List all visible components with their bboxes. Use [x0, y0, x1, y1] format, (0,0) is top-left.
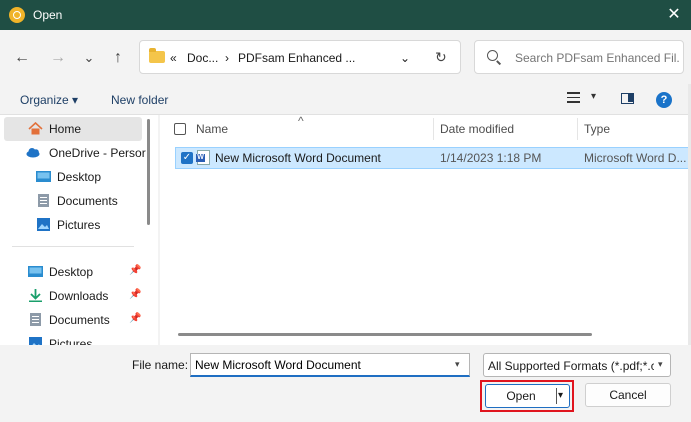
sidebar-item-quick-pictures[interactable]: Pictures: [4, 332, 142, 345]
search-icon: [487, 50, 498, 61]
file-name-label: File name:: [132, 358, 189, 372]
new-folder-button[interactable]: New folder: [111, 93, 168, 107]
file-date-modified: 1/14/2023 1:18 PM: [440, 151, 542, 165]
home-icon: [28, 122, 43, 135]
cancel-button[interactable]: Cancel: [585, 383, 671, 407]
recent-locations-button[interactable]: ⌄: [78, 47, 100, 69]
file-list: Name ^ Date modified Type ✓ New Microsof…: [160, 115, 691, 345]
close-button[interactable]: ✕: [657, 0, 691, 30]
sidebar-item-label: Documents: [57, 194, 118, 208]
desktop-icon: [28, 266, 43, 277]
pictures-icon: [37, 218, 50, 231]
sidebar-item-label: Documents: [49, 313, 110, 327]
word-document-icon: [196, 150, 210, 165]
sidebar-item-label: Pictures: [57, 218, 101, 232]
download-icon: [29, 289, 42, 302]
refresh-icon[interactable]: ↻: [435, 49, 447, 66]
breadcrumb-separator: ›: [225, 51, 229, 65]
column-header-type[interactable]: Type: [584, 115, 610, 143]
sidebar-item-documents[interactable]: Documents: [14, 189, 152, 213]
chevron-down-icon[interactable]: ▾: [658, 359, 663, 370]
sort-ascending-icon: ^: [298, 115, 304, 128]
address-bar[interactable]: « Doc... › PDFsam Enhanced ... ⌄ ↻: [139, 40, 461, 74]
open-button[interactable]: Open ▾: [485, 384, 570, 408]
open-button-label: Open: [506, 389, 536, 403]
row-checkbox[interactable]: ✓: [181, 152, 193, 164]
up-button[interactable]: ↑: [107, 47, 129, 69]
documents-icon: [30, 313, 41, 326]
file-name: New Microsoft Word Document: [215, 151, 381, 165]
sidebar-item-label: Home: [49, 122, 82, 136]
sidebar-item-downloads[interactable]: Downloads 📌: [4, 284, 142, 308]
breadcrumb-documents[interactable]: Doc...: [187, 51, 218, 65]
sidebar-item-quick-documents[interactable]: Documents 📌: [4, 308, 142, 332]
sidebar-item-label: Downloads: [49, 289, 109, 303]
pin-icon: 📌: [129, 265, 142, 276]
view-list-icon[interactable]: [567, 92, 580, 103]
column-divider[interactable]: [577, 118, 578, 140]
documents-icon: [38, 194, 49, 207]
sidebar-item-label: OneDrive - Persor: [49, 146, 146, 160]
pictures-icon: [29, 337, 42, 345]
sidebar-item-home[interactable]: Home: [4, 117, 142, 141]
address-dropdown-icon[interactable]: ⌄: [400, 51, 410, 65]
app-icon: [9, 7, 25, 23]
file-type-filter[interactable]: All Supported Formats (*.pdf;*.c ▾: [483, 353, 671, 377]
sidebar-scrollbar[interactable]: [147, 119, 150, 225]
help-icon[interactable]: ?: [656, 92, 672, 108]
window-title: Open: [33, 8, 63, 22]
file-type: Microsoft Word D...: [584, 151, 687, 165]
file-name-dropdown-icon[interactable]: ▾: [455, 359, 460, 370]
select-all-checkbox[interactable]: [174, 123, 186, 135]
breadcrumb-pdfsam[interactable]: PDFsam Enhanced ...: [238, 51, 355, 65]
sidebar-item-label: Pictures: [49, 337, 93, 345]
forward-button[interactable]: →: [47, 47, 69, 69]
folder-icon: [149, 48, 165, 63]
breadcrumb-overflow[interactable]: «: [170, 51, 177, 65]
pin-icon: 📌: [129, 313, 142, 324]
sidebar-item-desktop[interactable]: Desktop: [14, 165, 152, 189]
search-input[interactable]: [513, 47, 682, 69]
split-divider: [556, 388, 557, 404]
view-options-caret[interactable]: ▾: [591, 91, 596, 102]
organize-button[interactable]: Organize ▾: [20, 93, 78, 107]
sidebar-item-onedrive[interactable]: OneDrive - Persor: [4, 141, 146, 165]
open-options-caret[interactable]: ▾: [558, 390, 563, 401]
column-header-date-modified[interactable]: Date modified: [440, 115, 514, 143]
sidebar-item-pictures[interactable]: Pictures: [14, 213, 152, 237]
file-name-input[interactable]: [190, 353, 470, 377]
sidebar-divider: [12, 246, 134, 247]
column-header-name[interactable]: Name: [196, 115, 228, 143]
desktop-icon: [36, 171, 51, 182]
sidebar-item-label: Desktop: [57, 170, 102, 184]
navigation-pane: Home OneDrive - Persor Desktop Documents…: [0, 115, 158, 345]
sidebar-item-quick-desktop[interactable]: Desktop 📌: [4, 260, 142, 284]
column-divider[interactable]: [433, 118, 434, 140]
command-bar: Organize ▾ New folder ▾ ?: [0, 84, 691, 115]
preview-pane-icon[interactable]: [621, 93, 634, 104]
file-type-filter-value: All Supported Formats (*.pdf;*.c: [488, 359, 654, 373]
pin-icon: 📌: [129, 289, 142, 300]
navigation-bar: ← → ⌄ ↑ « Doc... › PDFsam Enhanced ... ⌄…: [0, 30, 691, 84]
title-bar: Open ✕: [0, 0, 691, 30]
search-box[interactable]: [474, 40, 684, 74]
back-button[interactable]: ←: [11, 47, 33, 69]
cloud-icon: [26, 148, 40, 158]
horizontal-scrollbar[interactable]: [178, 333, 592, 336]
dialog-footer: File name: ▾ All Supported Formats (*.pd…: [0, 345, 691, 422]
sidebar-item-label: Desktop: [49, 265, 94, 279]
file-row[interactable]: ✓ New Microsoft Word Document 1/14/2023 …: [175, 147, 689, 169]
